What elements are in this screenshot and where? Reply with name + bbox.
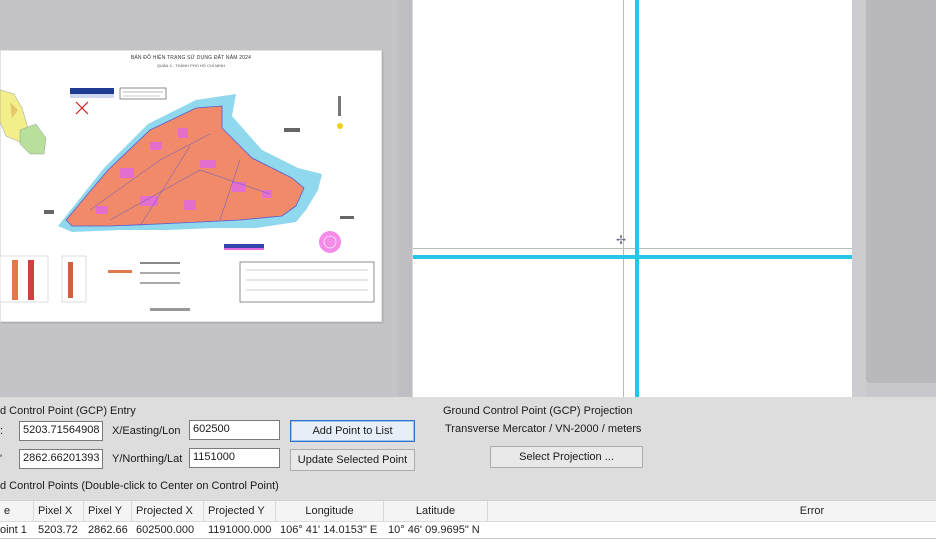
pixel-x-field[interactable]: 5203.71564908 (19, 421, 103, 441)
gcp-controls: d Control Point (GCP) Entry : 5203.71564… (0, 397, 936, 500)
crosshair-horizontal (413, 255, 853, 259)
map-overview-panel[interactable]: BẢN ĐỒ HIỆN TRẠNG SỬ DỤNG ĐẤT NĂM 2024 Q… (0, 0, 398, 397)
cell-pixel-x: 5203.72 (38, 524, 78, 536)
inset-map (0, 89, 47, 155)
pixel-y-label-fragment: ' (0, 453, 3, 465)
table-row[interactable]: oint 1 5203.72 2862.66 602500.000 119100… (0, 521, 936, 539)
cell-projected-x: 602500.000 (136, 524, 195, 536)
control-point-marker-icon[interactable]: ✢ (616, 234, 626, 246)
column-header-name[interactable]: e (0, 501, 34, 521)
northing-field[interactable]: 1151000 (189, 448, 280, 468)
grid-line-vertical (623, 0, 624, 397)
easting-label: X/Easting/Lon (112, 425, 181, 437)
cell-longitude: 106° 41' 14.0153" E (280, 524, 378, 536)
northing-label: Y/Northing/Lat (112, 453, 183, 465)
table-header: e Pixel X Pixel Y Projected X Projected … (0, 501, 936, 522)
gcp-table[interactable]: e Pixel X Pixel Y Projected X Projected … (0, 500, 936, 538)
select-projection-button[interactable]: Select Projection ... (490, 446, 643, 468)
column-header-projected-x[interactable]: Projected X (132, 501, 204, 521)
column-header-longitude[interactable]: Longitude (276, 501, 384, 521)
pixel-y-field[interactable]: 2862.66201393 (19, 449, 103, 469)
cell-latitude: 10° 46' 09.9695" N (388, 524, 480, 536)
pixel-x-label-fragment: : (0, 425, 4, 437)
gcp-entry-label: d Control Point (GCP) Entry (0, 405, 136, 417)
panel-splitter[interactable] (398, 0, 412, 397)
cell-error (488, 521, 936, 539)
projection-label: Ground Control Point (GCP) Projection (443, 405, 633, 417)
column-header-pixel-y[interactable]: Pixel Y (84, 501, 132, 521)
right-gutter (852, 0, 866, 397)
column-header-projected-y[interactable]: Projected Y (204, 501, 276, 521)
map-drawing (0, 50, 382, 322)
crosshair-vertical (635, 0, 639, 397)
projection-value: Transverse Mercator / VN-2000 / meters (445, 423, 642, 435)
zoom-view-panel[interactable]: ✢ (412, 0, 853, 397)
easting-field[interactable]: 602500 (189, 420, 280, 440)
cell-name: oint 1 (0, 524, 27, 536)
cell-projected-y: 1191000.000 (208, 524, 272, 536)
add-point-button[interactable]: Add Point to List (290, 420, 415, 442)
gcp-list-label: d Control Points (Double-click to Center… (0, 480, 279, 492)
side-panel[interactable] (866, 0, 936, 383)
column-header-error[interactable]: Error (488, 501, 936, 521)
update-point-button[interactable]: Update Selected Point (290, 449, 415, 471)
column-header-latitude[interactable]: Latitude (384, 501, 488, 521)
column-header-pixel-x[interactable]: Pixel X (34, 501, 84, 521)
cell-pixel-y: 2862.66 (88, 524, 128, 536)
map-image[interactable]: BẢN ĐỒ HIỆN TRẠNG SỬ DỤNG ĐẤT NĂM 2024 Q… (0, 50, 382, 322)
grid-line-horizontal (413, 248, 853, 249)
